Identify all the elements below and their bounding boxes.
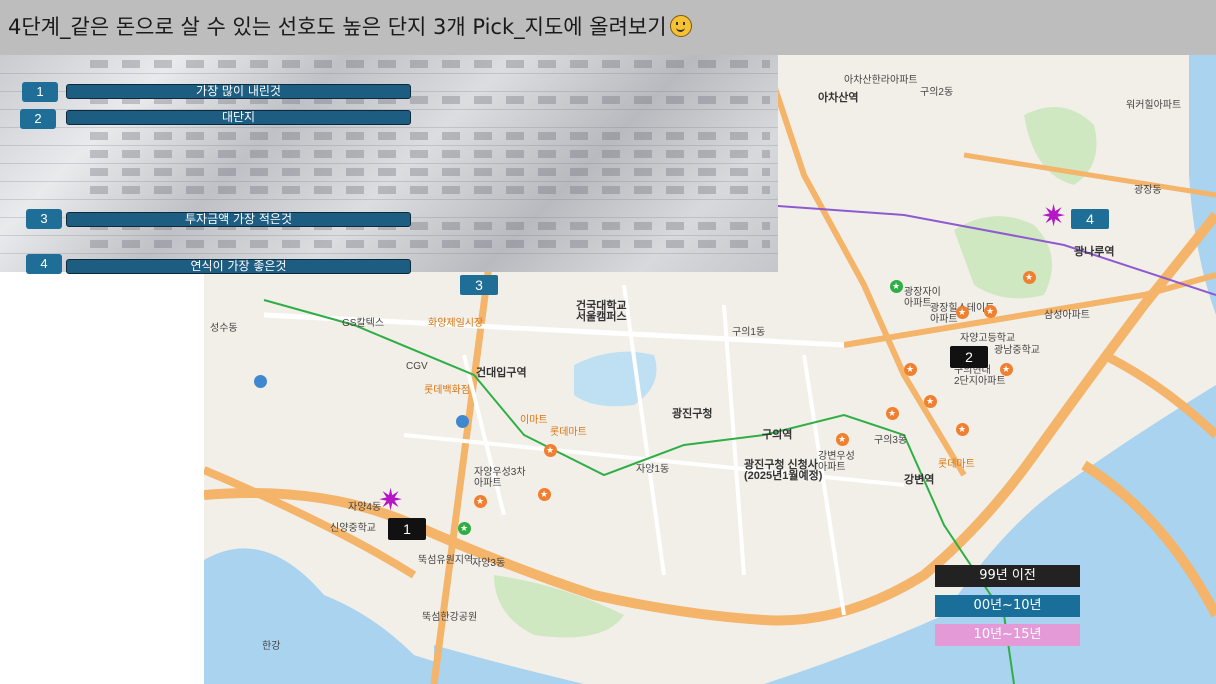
label-gs: GS칼텍스 [342,318,385,329]
apartment-icon[interactable] [474,495,487,508]
smile-icon [669,15,692,37]
school-icon[interactable] [458,522,471,535]
map-marker-4[interactable]: 4 [1071,209,1109,229]
label-guui-station: 구의역 [762,429,793,441]
criteria-bar-3: 투자금액 가장 적은것 [66,212,411,227]
legend-10-15: 10년~15년 [935,624,1080,646]
bus-icon[interactable] [254,375,267,388]
school-icon[interactable] [890,280,903,293]
label-seongsu: 성수동 [210,323,238,334]
label-konkuk: 건국대학교 서울캠퍼스 [576,300,627,323]
star-marker-4[interactable]: ✷ [1041,202,1066,232]
label-guui3: 구의3동 [874,435,908,446]
label-jayang3: 자양3동 [472,558,506,569]
label-jayang1: 자양1동 [636,464,670,475]
map-marker-2[interactable]: 2 [950,346,988,368]
map-marker-3[interactable]: 3 [460,275,498,295]
criteria-badge-3: 3 [26,209,62,229]
legend-00-10: 00년~10년 [935,595,1080,617]
map-marker-1[interactable]: 1 [388,518,426,540]
apartment-icon[interactable] [1000,363,1013,376]
criteria-badge-2: 2 [20,109,56,129]
apartment-icon[interactable] [1023,271,1036,284]
criteria-badge-1: 1 [22,82,58,102]
label-hyundai: 구의현대 2단지아파트 [954,365,1006,387]
label-gwangjin-gu: 광진구청 [672,408,713,420]
label-wikeuhill: 워커힐아파트 [1126,100,1182,111]
label-sinyang: 신양중학교 [330,523,376,534]
apartment-icon[interactable] [956,423,969,436]
label-ttukseom: 뚝섬유원지역 [418,555,474,566]
legend-before-99: 99년 이전 [935,565,1080,587]
title-text: 4단계_같은 돈으로 살 수 있는 선호도 높은 단지 3개 Pick_지도에 … [8,15,667,39]
apartment-icon[interactable] [836,433,849,446]
criteria-bar-1: 가장 많이 내린것 [66,84,411,99]
label-konkuk-station: 건대입구역 [476,367,527,379]
label-gangbyeon-station: 강변역 [904,474,935,486]
label-achasan-station: 아차산역 [818,92,859,104]
label-guui1: 구의1동 [732,327,766,338]
apartment-icon[interactable] [984,305,997,318]
apartment-icon[interactable] [924,395,937,408]
label-gangbyeon-woosung: 강변우성 아파트 [818,451,855,473]
label-gwangnaru-station: 광나루역 [1074,246,1115,258]
label-gwangjang: 광장동 [1134,185,1162,196]
label-lotte-department: 롯데백화점 [424,385,470,396]
criteria-bar-4: 연식이 가장 좋은것 [66,259,411,274]
page-title: 4단계_같은 돈으로 살 수 있는 선호도 높은 단지 3개 Pick_지도에 … [0,0,1216,55]
apartment-icon[interactable] [886,407,899,420]
label-guui2: 구의2동 [920,87,954,98]
label-hwayang: 화양제일시장 [428,318,484,329]
apartment-icon[interactable] [904,363,917,376]
label-jayang-high: 자양고등학교 [960,333,1016,344]
label-guui-lotte: 롯데마트 [938,459,975,470]
criteria-badge-4: 4 [26,254,62,274]
label-gwangnam: 광남중학교 [994,345,1040,356]
label-jayang-woosung: 자양우성3차 아파트 [474,467,526,489]
apartment-icon[interactable] [544,444,557,457]
label-aca-apartment: 아차산한라아파트 [844,75,918,86]
label-jayang4: 자양4동 [348,502,382,513]
apartment-icon[interactable] [538,488,551,501]
label-gwangjin-office: 광진구청 신청사 (2025년1월예정) [744,459,823,482]
star-marker-1[interactable]: ✷ [378,486,403,516]
label-lotte-mart: 롯데마트 [550,427,587,438]
apartment-icon[interactable] [956,306,969,319]
label-emart: 이마트 [520,415,548,426]
criteria-bar-2: 대단지 [66,110,411,125]
label-samsung: 삼성아파트 [1044,310,1090,321]
label-hangang: 한강 [262,641,281,652]
label-gwangjang-jai: 광장자이 아파트 [904,287,941,309]
bus-icon[interactable] [456,415,469,428]
label-ttukseom-park: 뚝섬한강공원 [422,612,478,623]
label-cgv: CGV [406,361,428,372]
